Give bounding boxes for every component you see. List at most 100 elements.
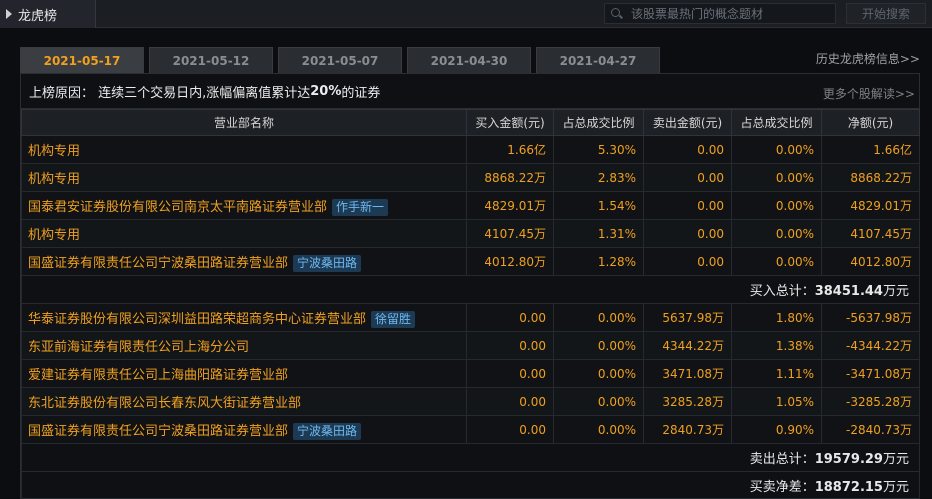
branch-name[interactable]: 国盛证券有限责任公司宁波桑田路证券营业部 宁波桑田路 (21, 415, 467, 444)
buy-amount: 0.00 (466, 303, 554, 332)
search-icon (611, 7, 623, 20)
net-amount: -4344.22万 (821, 331, 920, 360)
sell-total-label: 卖出总计： (749, 452, 815, 467)
net-total-unit: 万元 (882, 480, 909, 495)
buy-amount: 0.00 (466, 359, 554, 388)
table-row[interactable]: 国盛证券有限责任公司宁波桑田路证券营业部 宁波桑田路 0.00 0.00% 284… (21, 415, 920, 444)
sell-amount: 0.00 (643, 135, 732, 164)
net-amount: 4012.80万 (821, 247, 920, 276)
sell-pct: 1.38% (731, 331, 822, 360)
tab-2021-05-17[interactable]: 2021-05-17 (20, 47, 144, 73)
buy-pct: 5.30% (553, 135, 644, 164)
net-amount: 4829.01万 (821, 191, 920, 220)
reason-threshold: 20% (310, 83, 342, 99)
sell-amount: 3471.08万 (643, 359, 732, 388)
table-row[interactable]: 东亚前海证券有限责任公司上海分公司 0.00 0.00% 4344.22万 1.… (21, 331, 920, 360)
buy-amount: 1.66亿 (466, 135, 554, 164)
tab-2021-04-27[interactable]: 2021-04-27 (536, 47, 660, 73)
buy-pct: 0.00% (553, 359, 644, 388)
col-header-net: 净额(元) (821, 109, 920, 136)
sell-amount: 5637.98万 (643, 303, 732, 332)
sell-amount: 2840.73万 (643, 415, 732, 444)
branch-name[interactable]: 国盛证券有限责任公司宁波桑田路证券营业部 宁波桑田路 (21, 247, 467, 276)
table-row[interactable]: 机构专用 1.66亿 5.30% 0.00 0.00% 1.66亿 (21, 135, 920, 164)
tab-2021-04-30[interactable]: 2021-04-30 (407, 47, 531, 73)
buy-pct: 1.31% (553, 219, 644, 248)
table-row[interactable]: 东北证券股份有限公司长春东风大街证券营业部 0.00 0.00% 3285.28… (21, 387, 920, 416)
branch-name[interactable]: 爱建证券有限责任公司上海曲阳路证券营业部 (21, 359, 467, 388)
tab-2021-05-12[interactable]: 2021-05-12 (149, 47, 273, 73)
branch-name[interactable]: 机构专用 (21, 219, 467, 248)
sell-amount: 4344.22万 (643, 331, 732, 360)
net-amount: -3471.08万 (821, 359, 920, 388)
more-analysis-link[interactable]: 更多个股解读>> (823, 85, 915, 102)
branch-name[interactable]: 机构专用 (21, 135, 467, 164)
trader-tag[interactable]: 宁波桑田路 (293, 254, 362, 272)
trader-tag[interactable]: 作手新一 (332, 198, 389, 216)
net-amount: 8868.22万 (821, 163, 920, 192)
table-row[interactable]: 机构专用 4107.45万 1.31% 0.00 0.00% 4107.45万 (21, 219, 920, 248)
sell-total-unit: 万元 (882, 452, 909, 467)
branch-name[interactable]: 机构专用 (21, 163, 467, 192)
buy-amount: 0.00 (466, 415, 554, 444)
branch-name[interactable]: 东亚前海证券有限责任公司上海分公司 (21, 331, 467, 360)
sell-pct: 0.00% (731, 163, 822, 192)
play-arrow-icon (6, 9, 12, 19)
table-row[interactable]: 国盛证券有限责任公司宁波桑田路证券营业部 宁波桑田路 4012.80万 1.28%… (21, 247, 920, 276)
net-total-label: 买卖净差： (749, 480, 815, 495)
history-link[interactable]: 历史龙虎榜信息>> (816, 50, 920, 67)
search-box[interactable] (604, 3, 836, 24)
net-amount: -5637.98万 (821, 303, 920, 332)
buy-pct: 0.00% (553, 303, 644, 332)
tab-2021-05-07[interactable]: 2021-05-07 (278, 47, 402, 73)
col-header-buy-pct: 占总成交比例 (553, 109, 644, 136)
net-amount: 1.66亿 (821, 135, 920, 164)
buy-amount: 4107.45万 (466, 219, 554, 248)
buy-total-label: 买入总计： (749, 284, 815, 299)
top-bar: 龙虎榜 开始搜索 (0, 0, 932, 28)
trader-tag[interactable]: 徐留胜 (371, 310, 416, 328)
table-row[interactable]: 爱建证券有限责任公司上海曲阳路证券营业部 0.00 0.00% 3471.08万… (21, 359, 920, 388)
listing-reason: 上榜原因： 连续三个交易日内,涨幅偏离值累计达 20% 的证券 (21, 74, 919, 109)
sell-total-value: 19579.29 (814, 452, 883, 467)
window-title: 龙虎榜 (18, 8, 58, 24)
buy-amount: 4012.80万 (466, 247, 554, 276)
buy-amount: 4829.01万 (466, 191, 554, 220)
buy-pct: 1.28% (553, 247, 644, 276)
date-tabs: 2021-05-17 2021-05-12 2021-05-07 2021-04… (20, 47, 665, 73)
net-total-value: 18872.15 (814, 480, 883, 495)
reason-suffix: 的证券 (341, 85, 381, 101)
window-title-tab[interactable]: 龙虎榜 (0, 0, 96, 28)
net-amount: -2840.73万 (821, 415, 920, 444)
buy-total-unit: 万元 (882, 284, 909, 299)
search-button[interactable]: 开始搜索 (846, 3, 926, 24)
branch-name[interactable]: 国泰君安证券股份有限公司南京太平南路证券营业部 作手新一 (21, 191, 467, 220)
table-row[interactable]: 国泰君安证券股份有限公司南京太平南路证券营业部 作手新一 4829.01万 1.5… (21, 191, 920, 220)
sell-pct: 0.00% (731, 219, 822, 248)
table-header: 营业部名称 买入金额(元) 占总成交比例 卖出金额(元) 占总成交比例 净额(元… (21, 109, 920, 136)
sell-pct: 0.00% (731, 135, 822, 164)
table-row[interactable]: 华泰证券股份有限公司深圳益田路荣超商务中心证券营业部 徐留胜 0.00 0.00%… (21, 303, 920, 332)
col-header-sell-pct: 占总成交比例 (731, 109, 822, 136)
sell-pct: 1.05% (731, 387, 822, 416)
buy-pct: 1.54% (553, 191, 644, 220)
buy-amount: 0.00 (466, 387, 554, 416)
table-row[interactable]: 机构专用 8868.22万 2.83% 0.00 0.00% 8868.22万 (21, 163, 920, 192)
buy-pct: 0.00% (553, 387, 644, 416)
buy-amount: 0.00 (466, 331, 554, 360)
net-total-row: 买卖净差：18872.15万元 (21, 471, 920, 499)
sell-amount: 0.00 (643, 191, 732, 220)
sell-amount: 0.00 (643, 247, 732, 276)
sell-pct: 1.80% (731, 303, 822, 332)
net-amount: 4107.45万 (821, 219, 920, 248)
sell-pct: 0.00% (731, 191, 822, 220)
branch-name[interactable]: 东北证券股份有限公司长春东风大街证券营业部 (21, 387, 467, 416)
trader-tag[interactable]: 宁波桑田路 (293, 422, 362, 440)
col-header-branch: 营业部名称 (21, 109, 467, 136)
sell-total-row: 卖出总计：19579.29万元 (21, 443, 920, 472)
branch-name[interactable]: 华泰证券股份有限公司深圳益田路荣超商务中心证券营业部 徐留胜 (21, 303, 467, 332)
buy-amount: 8868.22万 (466, 163, 554, 192)
sell-pct: 0.90% (731, 415, 822, 444)
search-input[interactable] (631, 6, 821, 21)
col-header-buy: 买入金额(元) (466, 109, 554, 136)
